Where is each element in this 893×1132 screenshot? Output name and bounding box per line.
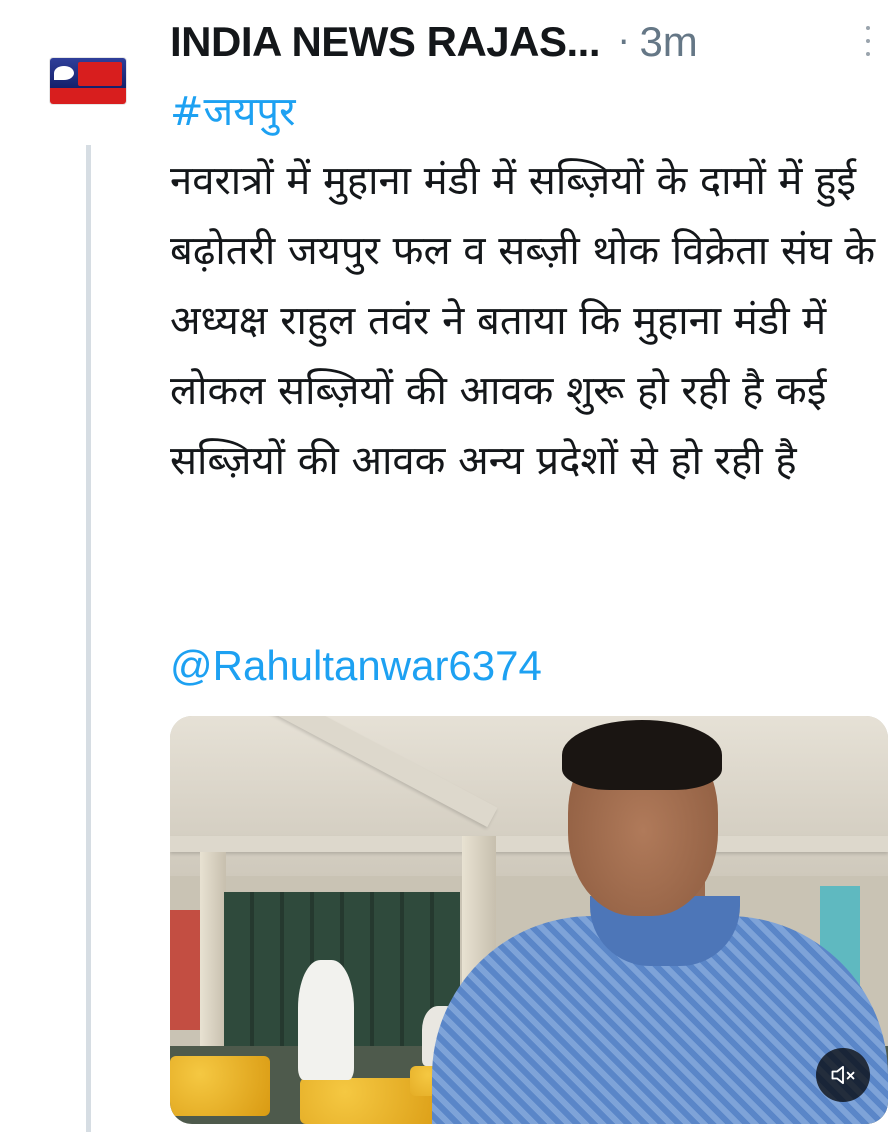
person-hair [562, 720, 722, 790]
tweet[interactable]: INDIA NEWS RAJAS... · 3m #जयपुर नवरात्रो… [0, 0, 893, 1132]
logo-bottom [50, 88, 126, 104]
tweet-text: नवरात्रों में मुहाना मंडी में सब्ज़ियों … [170, 158, 876, 484]
separator-dot: · [617, 21, 630, 63]
ceiling-beam [170, 836, 888, 852]
logo-bird-icon [54, 66, 74, 80]
timestamp[interactable]: 3m [639, 18, 697, 66]
more-options-icon[interactable] [863, 26, 873, 56]
video-player[interactable] [170, 716, 888, 1124]
speaker-muted-icon[interactable] [816, 1048, 870, 1102]
profile-avatar[interactable] [50, 58, 126, 104]
fruit-crate [170, 1056, 270, 1116]
video-background [170, 716, 888, 876]
pillar [200, 852, 226, 1052]
crate-stack [170, 910, 200, 1030]
logo-badge [78, 62, 122, 86]
background-person [298, 960, 354, 1080]
author-name[interactable]: INDIA NEWS RAJAS... [170, 18, 600, 66]
tweet-header: INDIA NEWS RAJAS... · 3m [170, 12, 873, 72]
thread-line [86, 145, 91, 1132]
hashtag-link[interactable]: #जयपुर [170, 82, 295, 137]
mention-link[interactable]: @Rahultanwar6374 [170, 642, 542, 690]
